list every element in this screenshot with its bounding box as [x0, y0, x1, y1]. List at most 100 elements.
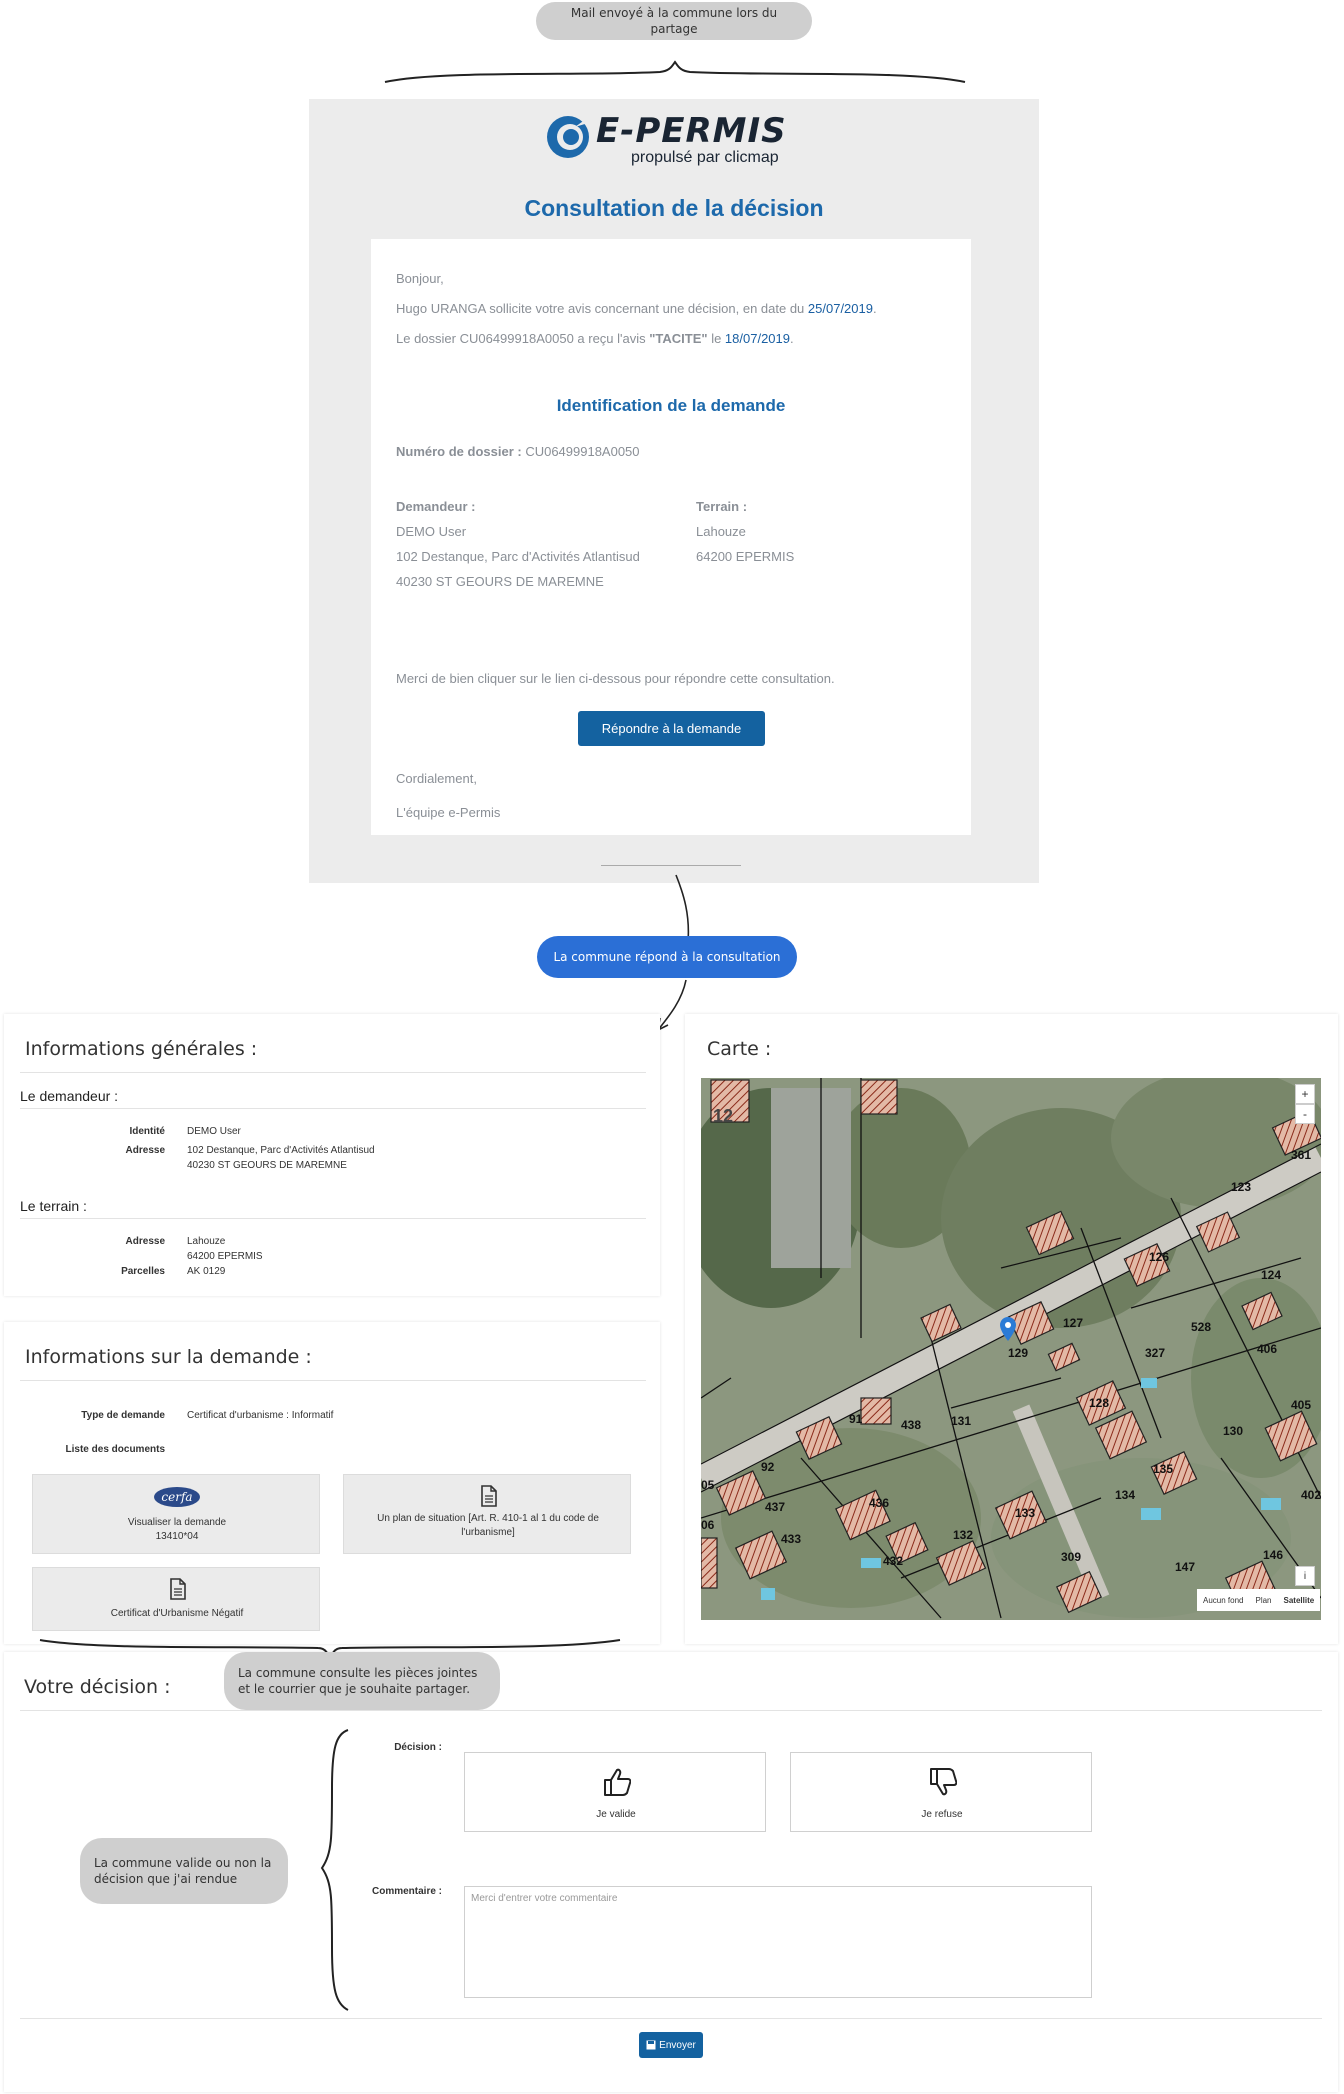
- thumb-down-icon: [930, 1768, 957, 1796]
- doc-tile-cerfa[interactable]: cerfa Visualiser la demande 13410*04: [32, 1474, 320, 1554]
- parcel-label: 135: [1153, 1462, 1174, 1476]
- demandeur-line-1: DEMO User: [396, 524, 467, 539]
- comment-textarea[interactable]: Merci d'entrer votre commentaire: [464, 1886, 1092, 1998]
- email-panel: E-PERMIS propulsé par clicmap Consultati…: [309, 99, 1039, 883]
- doc-tile-plan-situation[interactable]: Un plan de situation [Art. R. 410-1 al 1…: [343, 1474, 631, 1554]
- parcel-label: 402: [1301, 1488, 1321, 1502]
- doc-tile-certificat[interactable]: Certificat d'Urbanisme Négatif: [32, 1567, 320, 1631]
- layer-option-satellite[interactable]: Satellite: [1278, 1596, 1321, 1605]
- parcelles-value: AK 0129: [187, 1266, 226, 1277]
- zoom-in-button[interactable]: +: [1295, 1084, 1315, 1104]
- parcel-label: 146: [1263, 1548, 1284, 1562]
- brace-top: [384, 60, 966, 83]
- email-title: Consultation de la décision: [524, 195, 824, 221]
- refuse-choice-button[interactable]: Je refuse: [790, 1752, 1092, 1832]
- map-viewport[interactable]: 12 123 126 124 127 129 528 327 406 128 1…: [701, 1078, 1321, 1620]
- demandeur-line-3: 40230 ST GEOURS DE MAREMNE: [396, 574, 604, 589]
- decision-label: Décision :: [394, 1742, 442, 1753]
- email-greeting: Bonjour,: [396, 271, 444, 286]
- annotation-commune-responds: La commune répond à la consultation: [537, 936, 797, 978]
- doc-cerfa-line-1: Visualiser la demande: [127, 1517, 227, 1528]
- parcelles-label: Parcelles: [121, 1266, 165, 1277]
- valid-choice-label: Je valide: [596, 1809, 636, 1820]
- annotation-commune-responds-text: La commune répond à la consultation: [553, 950, 781, 964]
- email-line2-mid: le: [707, 331, 725, 346]
- terrain-line-2: 64200 EPERMIS: [696, 549, 795, 564]
- layer-switcher: Aucun fond Plan Satellite: [1197, 1589, 1321, 1611]
- email-instructions: Merci de bien cliquer sur le lien ci-des…: [396, 671, 835, 686]
- decision-title: Votre décision :: [24, 1676, 171, 1698]
- parcel-label: 133: [1015, 1506, 1036, 1520]
- annotation-validates: La commune valide ou non la décision que…: [80, 1838, 288, 1904]
- brand-subtitle: propulsé par clicmap: [631, 149, 779, 166]
- parcel-label: 147: [1175, 1560, 1196, 1574]
- identification-title: Identification de la demande: [556, 396, 786, 415]
- decision-divider: [20, 1710, 1322, 1711]
- layer-option-plan[interactable]: Plan: [1249, 1596, 1277, 1605]
- parcel-label: 432: [883, 1554, 904, 1568]
- parcel-label: 436: [869, 1496, 890, 1510]
- cerfa-logo: cerfa: [154, 1487, 200, 1507]
- dossier-value: CU06499918A0050: [525, 444, 640, 459]
- terrain-line-1: Lahouze: [696, 524, 746, 539]
- doc-plan-line-1: Un plan de situation [Art. R. 410-1 al 1…: [377, 1513, 599, 1524]
- general-info-card: Informations générales : Le demandeur : …: [4, 1014, 660, 1296]
- annotation-validates-text: La commune valide ou non la décision que…: [94, 1856, 272, 1886]
- email-line2-suffix: .: [790, 331, 794, 346]
- brand-name: E-PERMIS: [596, 111, 787, 151]
- valid-choice-button[interactable]: Je valide: [464, 1752, 766, 1832]
- terrain-divider: [20, 1218, 646, 1219]
- parcel-label: 361: [1291, 1148, 1312, 1162]
- email-line2-date: 18/07/2019: [724, 331, 790, 346]
- zoom-out-button[interactable]: -: [1295, 1104, 1315, 1124]
- parcel-label: 437: [765, 1500, 786, 1514]
- demandeur-section-title: Le demandeur :: [20, 1088, 119, 1104]
- parcel-label: 433: [781, 1532, 802, 1546]
- map-pin-icon[interactable]: [1000, 1317, 1016, 1341]
- document-icon: [170, 1578, 186, 1600]
- terrain-label: Terrain :: [696, 499, 748, 514]
- layer-option-none[interactable]: Aucun fond: [1197, 1596, 1249, 1605]
- parcel-label: 128: [1089, 1396, 1110, 1410]
- doc-certificat-label: Certificat d'Urbanisme Négatif: [110, 1608, 244, 1619]
- parcel-label: 12: [713, 1106, 734, 1126]
- adresse-line-1: 102 Destanque, Parc d'Activités Atlantis…: [187, 1145, 375, 1156]
- email-line2-avis: "TACITE": [649, 331, 708, 346]
- parcel-label: 92: [761, 1460, 775, 1474]
- annotation-consults-docs: La commune consulte les pièces jointes e…: [224, 1652, 500, 1710]
- map-info-button[interactable]: i: [1295, 1566, 1315, 1586]
- brace-left: [320, 1729, 349, 2011]
- doc-plan-line-2: l'urbanisme]: [461, 1527, 515, 1538]
- annotation-consults-docs-text: La commune consulte les pièces jointes e…: [238, 1666, 478, 1696]
- parcel-label: 91: [849, 1412, 863, 1426]
- demande-info-divider: [20, 1380, 646, 1381]
- send-button-label: Envoyer: [659, 2039, 696, 2051]
- identite-label: Identité: [129, 1126, 165, 1137]
- parcel-label: 06: [701, 1518, 715, 1532]
- email-line1: Hugo URANGA sollicite votre avis concern…: [396, 301, 877, 316]
- parcel-label: 123: [1231, 1180, 1252, 1194]
- email-line1-date: 25/07/2019: [807, 301, 873, 316]
- adresse-line-2: 40230 ST GEOURS DE MAREMNE: [187, 1160, 347, 1171]
- respond-button[interactable]: Répondre à la demande: [578, 711, 765, 746]
- type-demande-value: Certificat d'urbanisme : Informatif: [187, 1410, 334, 1421]
- documents-list-label: Liste des documents: [65, 1444, 165, 1455]
- terrain-adresse-line-2: 64200 EPERMIS: [187, 1251, 263, 1262]
- demandeur-divider: [20, 1108, 646, 1109]
- email-signature: L'équipe e-Permis: [396, 805, 501, 820]
- parcel-label: 134: [1115, 1488, 1136, 1502]
- general-info-title: Informations générales :: [25, 1038, 258, 1060]
- send-button[interactable]: Envoyer: [639, 2032, 703, 2058]
- terrain-adresse-label: Adresse: [125, 1236, 165, 1247]
- parcel-label: 05: [701, 1478, 715, 1492]
- demande-info-card: Informations sur la demande : Type de de…: [4, 1322, 660, 1644]
- refuse-choice-label: Je refuse: [921, 1809, 963, 1820]
- map-card: Carte : 12 123 126 124 127 129 528 327 4…: [685, 1014, 1338, 1644]
- general-info-divider: [20, 1072, 646, 1073]
- dossier-label: Numéro de dossier :: [396, 444, 526, 459]
- email-body: Bonjour, Hugo URANGA sollicite votre avi…: [371, 239, 971, 835]
- parcel-label: 126: [1149, 1250, 1170, 1264]
- email-line2: Le dossier CU06499918A0050 a reçu l'avis…: [396, 331, 794, 346]
- demande-info-title: Informations sur la demande :: [25, 1346, 312, 1368]
- decision-footer-divider: [20, 2018, 1322, 2019]
